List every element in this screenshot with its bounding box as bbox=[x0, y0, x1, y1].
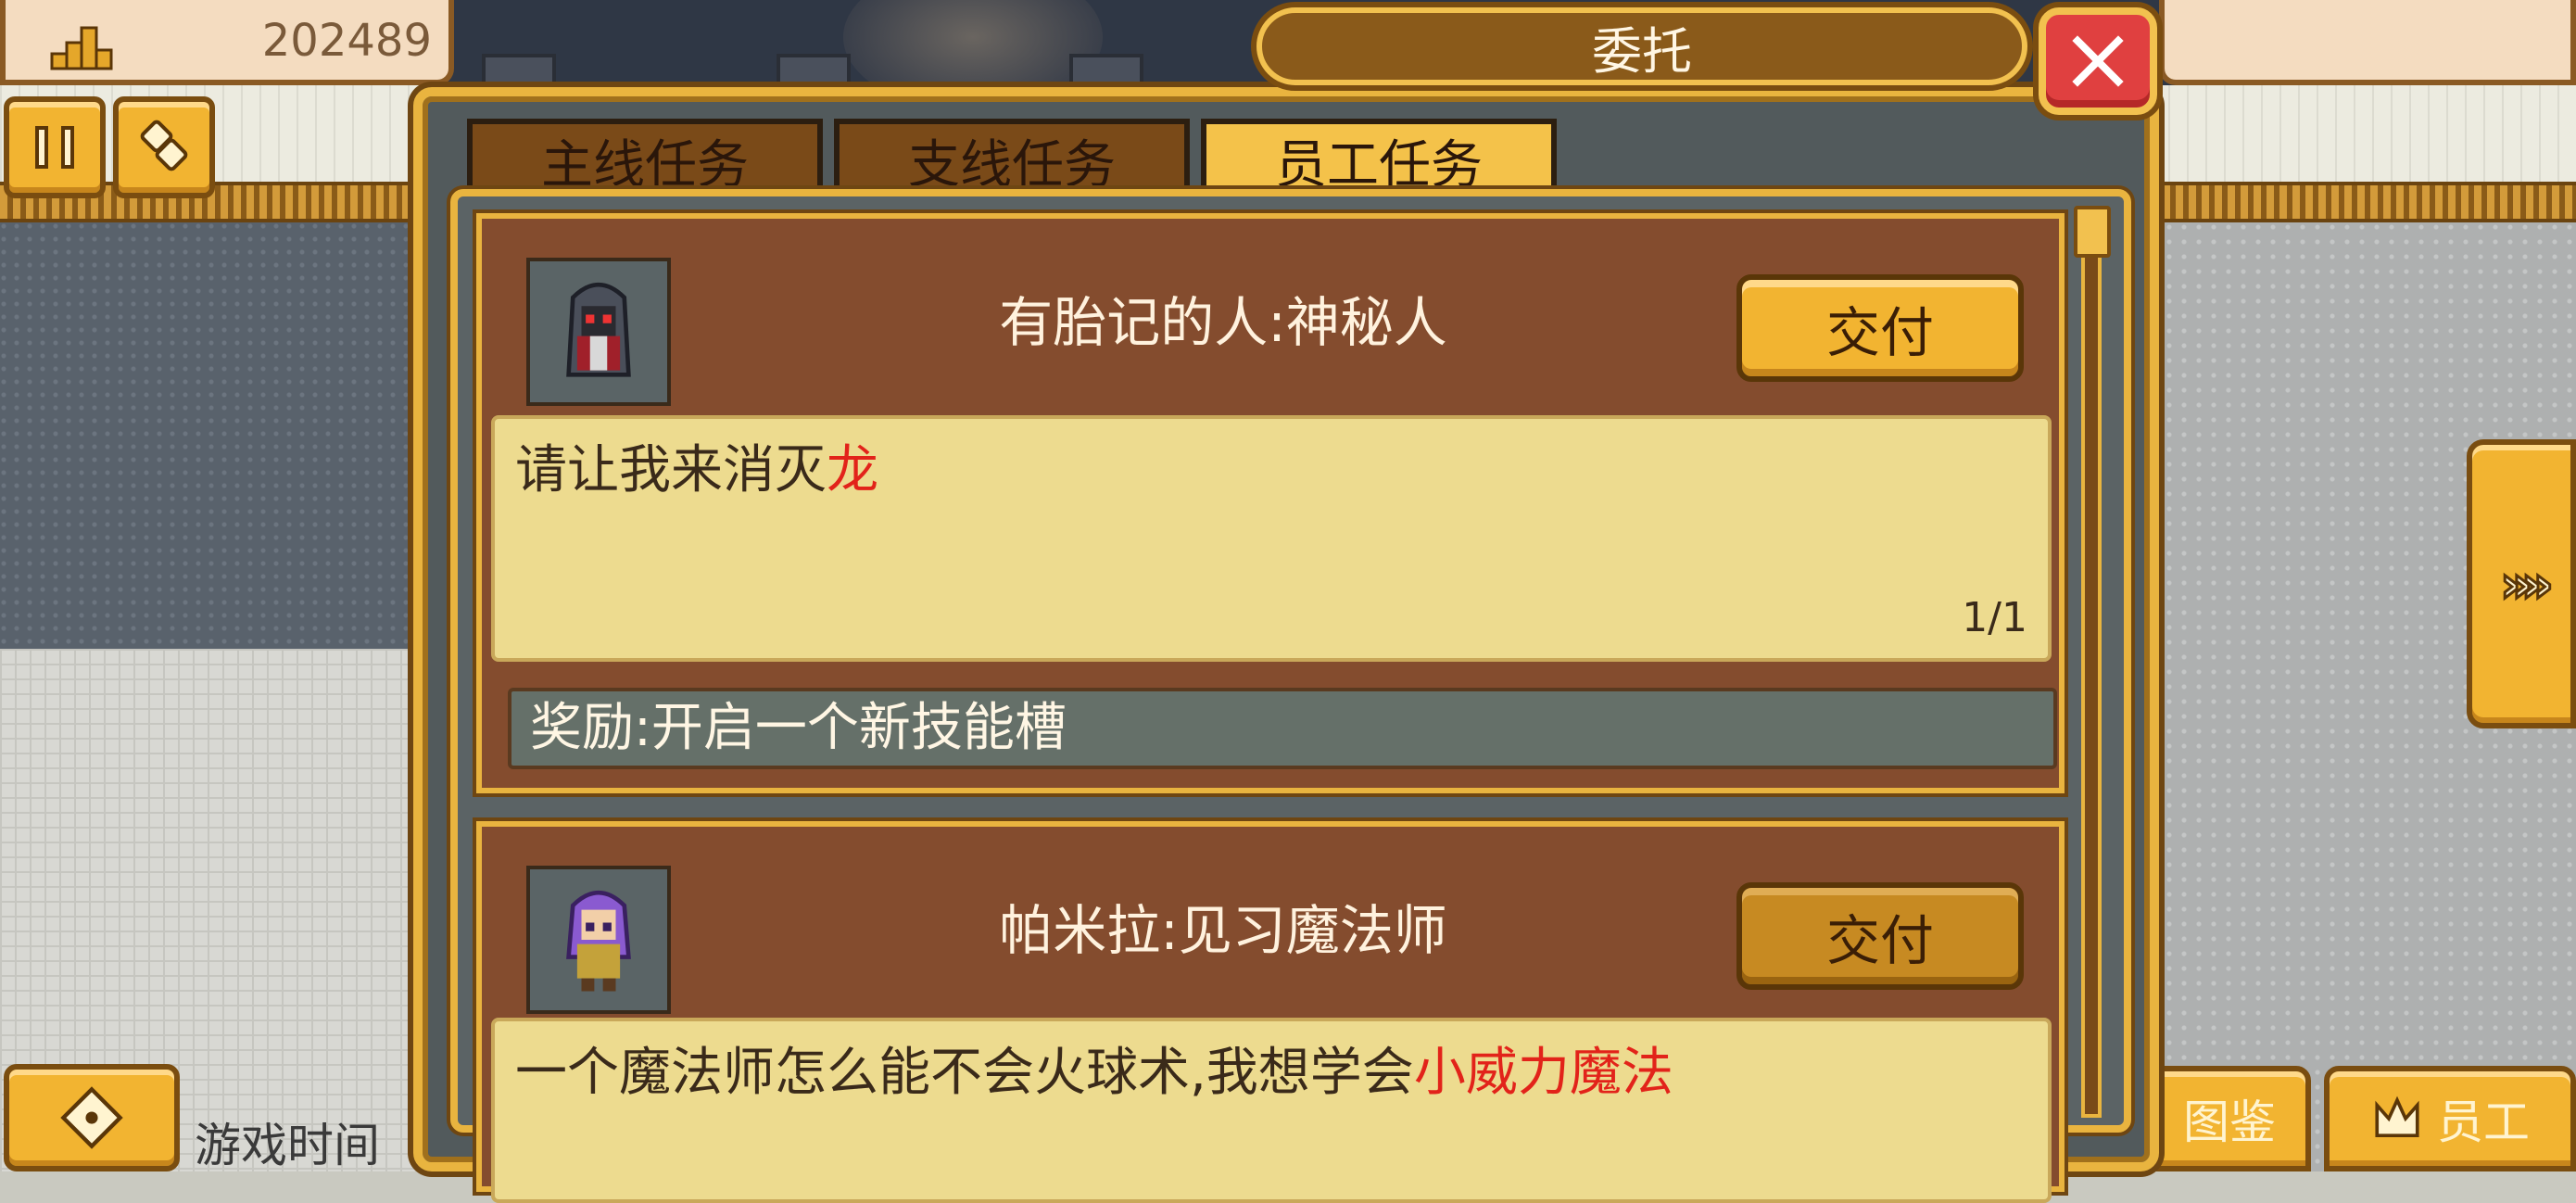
codex-button[interactable]: 图鉴 bbox=[2148, 1066, 2311, 1171]
staff-button[interactable]: 员工 bbox=[2324, 1066, 2576, 1171]
scrollbar-thumb[interactable] bbox=[2074, 206, 2111, 258]
money-bar: 202489 bbox=[0, 0, 454, 85]
double-chevron-right-icon: »» bbox=[2499, 553, 2556, 614]
hooded-mysterious-figure-sprite bbox=[566, 282, 631, 377]
game-time-label: 游戏时间 bbox=[195, 1119, 380, 1172]
pause-button[interactable] bbox=[4, 96, 106, 198]
items-button[interactable] bbox=[113, 96, 215, 198]
background-window bbox=[482, 54, 556, 85]
scrollbar-track[interactable] bbox=[2081, 209, 2102, 1118]
description-target: 小威力魔法 bbox=[1413, 1043, 1673, 1103]
background-railing bbox=[2150, 182, 2576, 222]
quest-card: 有胎记的人:神秘人 交付 请让我来消灭龙 1/1 奖励:开启一个新技能槽 bbox=[476, 213, 2065, 793]
quest-progress: 1/1 bbox=[1962, 594, 2027, 641]
tab-main-quests[interactable]: 主线任务 bbox=[467, 119, 823, 196]
gold-stack-icon bbox=[50, 26, 113, 70]
quest-description: 一个魔法师怎么能不会火球术,我想学会小威力魔法 bbox=[515, 1031, 1673, 1106]
move-button[interactable] bbox=[4, 1064, 180, 1171]
pause-icon bbox=[33, 126, 76, 169]
close-x-icon bbox=[2072, 35, 2124, 87]
npc-portrait bbox=[526, 866, 671, 1014]
purple-haired-mage-sprite bbox=[566, 890, 631, 992]
quest-card: 帕米拉:见习魔法师 交付 一个魔法师怎么能不会火球术,我想学会小威力魔法 bbox=[476, 821, 2065, 1203]
submit-button[interactable]: 交付 bbox=[1736, 882, 2024, 990]
npc-name: 帕米拉:见习魔法师 bbox=[999, 899, 1447, 962]
background-stone-floor bbox=[0, 222, 426, 649]
staff-label: 员工 bbox=[2437, 1095, 2530, 1149]
close-button[interactable] bbox=[2039, 7, 2157, 115]
dialog-title: 委托 bbox=[1256, 7, 2027, 85]
money-value: 202489 bbox=[261, 15, 432, 67]
dpad-icon bbox=[60, 1086, 123, 1149]
description-text: 请让我来消灭 bbox=[515, 440, 827, 500]
npc-name: 有胎记的人:神秘人 bbox=[999, 291, 1447, 354]
quest-description-box: 请让我来消灭龙 1/1 bbox=[491, 415, 2052, 662]
background-window bbox=[1069, 54, 1143, 85]
crown-icon bbox=[2375, 1095, 2419, 1137]
items-icon bbox=[140, 120, 188, 171]
quest-description-box: 一个魔法师怎么能不会火球术,我想学会小威力魔法 bbox=[491, 1018, 2052, 1203]
top-bar-right bbox=[2159, 0, 2576, 85]
submit-button[interactable]: 交付 bbox=[1736, 274, 2024, 382]
quest-description: 请让我来消灭龙 bbox=[515, 428, 878, 503]
tab-side-quests[interactable]: 支线任务 bbox=[834, 119, 1190, 196]
npc-portrait bbox=[526, 258, 671, 406]
codex-label: 图鉴 bbox=[2183, 1095, 2276, 1149]
description-text: 一个魔法师怎么能不会火球术,我想学会 bbox=[515, 1043, 1414, 1103]
tab-staff-quests[interactable]: 员工任务 bbox=[1201, 119, 1557, 196]
side-panel-toggle[interactable]: »» bbox=[2467, 439, 2576, 728]
quest-reward: 奖励:开启一个新技能槽 bbox=[508, 688, 2057, 769]
background-window bbox=[777, 54, 851, 85]
description-target: 龙 bbox=[827, 440, 878, 500]
